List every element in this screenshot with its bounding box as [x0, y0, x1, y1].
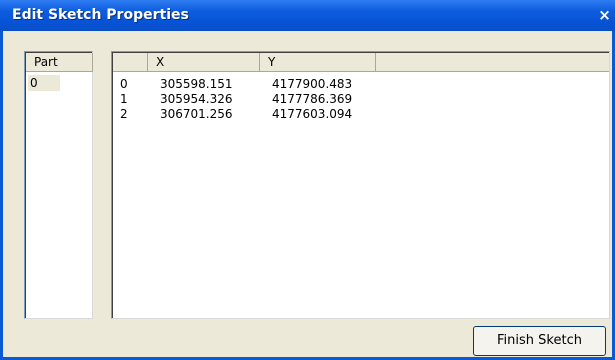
- window-title: Edit Sketch Properties: [12, 7, 189, 23]
- empty-column-header: [376, 53, 609, 72]
- vertex-table[interactable]: X Y 0 305598.151 4177900.483 1 305954.32…: [111, 51, 610, 319]
- index-column-header[interactable]: [113, 53, 148, 72]
- row-2-y[interactable]: 4177603.094: [272, 107, 352, 122]
- close-icon[interactable]: ×: [597, 8, 612, 23]
- part-item[interactable]: 0: [28, 75, 60, 91]
- row-1-x[interactable]: 305954.326: [160, 92, 233, 107]
- parts-list[interactable]: Part 0: [24, 51, 93, 319]
- row-0-y[interactable]: 4177900.483: [272, 77, 352, 92]
- part-column-header[interactable]: Part: [26, 53, 93, 72]
- finish-sketch-button[interactable]: Finish Sketch: [473, 326, 606, 356]
- y-column-header[interactable]: Y: [260, 53, 376, 72]
- row-1-y[interactable]: 4177786.369: [272, 92, 352, 107]
- row-1-index[interactable]: 1: [120, 92, 128, 107]
- row-2-x[interactable]: 306701.256: [160, 107, 233, 122]
- row-2-index[interactable]: 2: [120, 107, 128, 122]
- x-column-header[interactable]: X: [148, 53, 260, 72]
- edit-sketch-properties-dialog: Edit Sketch Properties × Part 0 X Y 0 30…: [0, 0, 615, 360]
- title-bar[interactable]: Edit Sketch Properties ×: [0, 0, 615, 31]
- row-0-index[interactable]: 0: [120, 77, 128, 92]
- row-0-x[interactable]: 305598.151: [160, 77, 233, 92]
